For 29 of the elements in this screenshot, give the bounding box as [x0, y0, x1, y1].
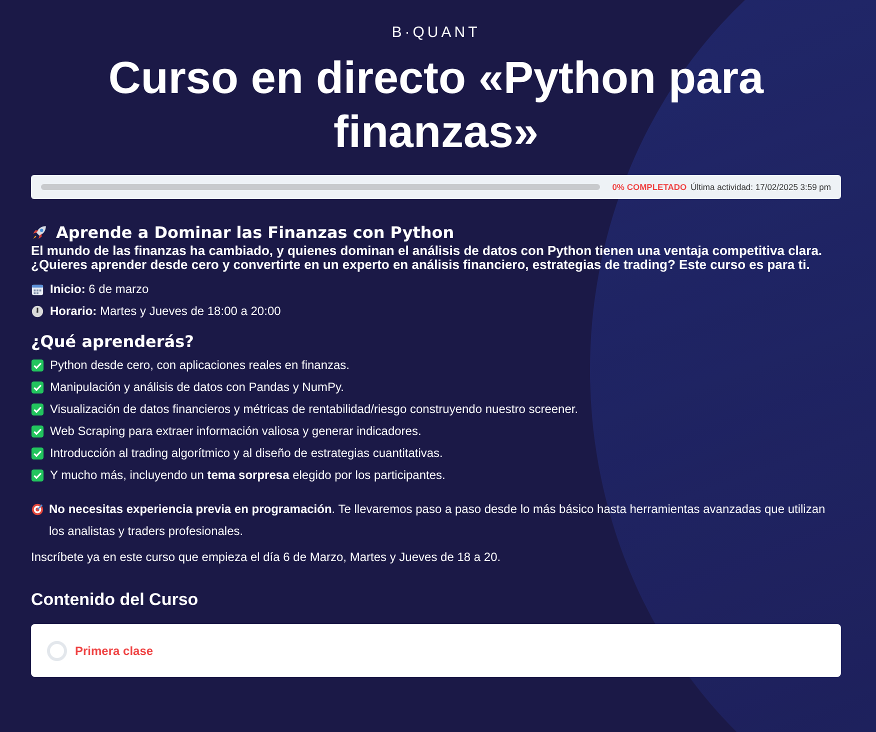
- intro-heading: Aprende a Dominar las Finanzas con Python: [56, 223, 454, 242]
- last-activity: Última actividad: 17/02/2025 3:59 pm: [690, 182, 831, 192]
- clock-icon: [31, 304, 44, 318]
- checkbox-icon: [31, 424, 44, 438]
- enroll-paragraph: Inscríbete ya en este curso que empieza el día 6 de Marzo, Martes y Jueves de 18 a 20.: [31, 550, 502, 564]
- learn-item: Y mucho más, incluyendo un tema sorpresa elegido por los participantes.: [50, 468, 446, 482]
- learn-heading: ¿Qué aprenderás?: [31, 332, 194, 351]
- content-heading: Contenido del Curso: [31, 590, 198, 610]
- rocket-icon: [31, 224, 48, 241]
- learn-item: Visualización de datos financieros y métricas de rentabilidad/riesgo construyendo nuestro screener.: [50, 402, 578, 416]
- target-icon: [31, 503, 44, 516]
- learn-item: Web Scraping para extraer información valiosa y generar indicadores.: [50, 424, 422, 438]
- checkbox-icon: [31, 468, 44, 482]
- detail-text: Horario: Martes y Jueves de 18:00 a 20:00: [50, 304, 281, 318]
- checkbox-icon: [31, 380, 44, 394]
- progress-percent: 0% COMPLETADO: [612, 182, 687, 192]
- learn-item: Manipulación y análisis de datos con Pandas y NumPy.: [50, 380, 344, 394]
- brand-logo[interactable]: B·QUANT: [31, 24, 841, 41]
- course-title: Curso en directo «Python para finanzas»: [107, 51, 765, 159]
- detail-text: Inicio: 6 de marzo: [50, 282, 149, 296]
- learn-item: Introducción al trading algorítmico y al diseño de estrategias cuantitativas.: [50, 446, 443, 460]
- checkbox-icon: [31, 358, 44, 372]
- note-paragraph: No necesitas experiencia previa en programación. Te llevaremos paso a paso desde lo más básico hasta herramientas avanzadas que utilizan los analistas y traders profesionales.: [49, 501, 826, 540]
- learn-item: Python desde cero, con aplicaciones reales en finanzas.: [50, 358, 350, 372]
- lesson-item[interactable]: Primera clase: [31, 624, 841, 677]
- intro-paragraph: El mundo de las finanzas ha cambiado, y quienes dominan el análisis de datos con Python tienen una ventaja competitiva clara. ¿Quieres aprender desde cero y convertirte en un experto en análisis financiero, estrategias de trading? Este curso es para ti.: [31, 244, 824, 272]
- checkbox-icon: [31, 446, 44, 460]
- calendar-icon: [31, 282, 44, 296]
- checkbox-icon: [31, 402, 44, 416]
